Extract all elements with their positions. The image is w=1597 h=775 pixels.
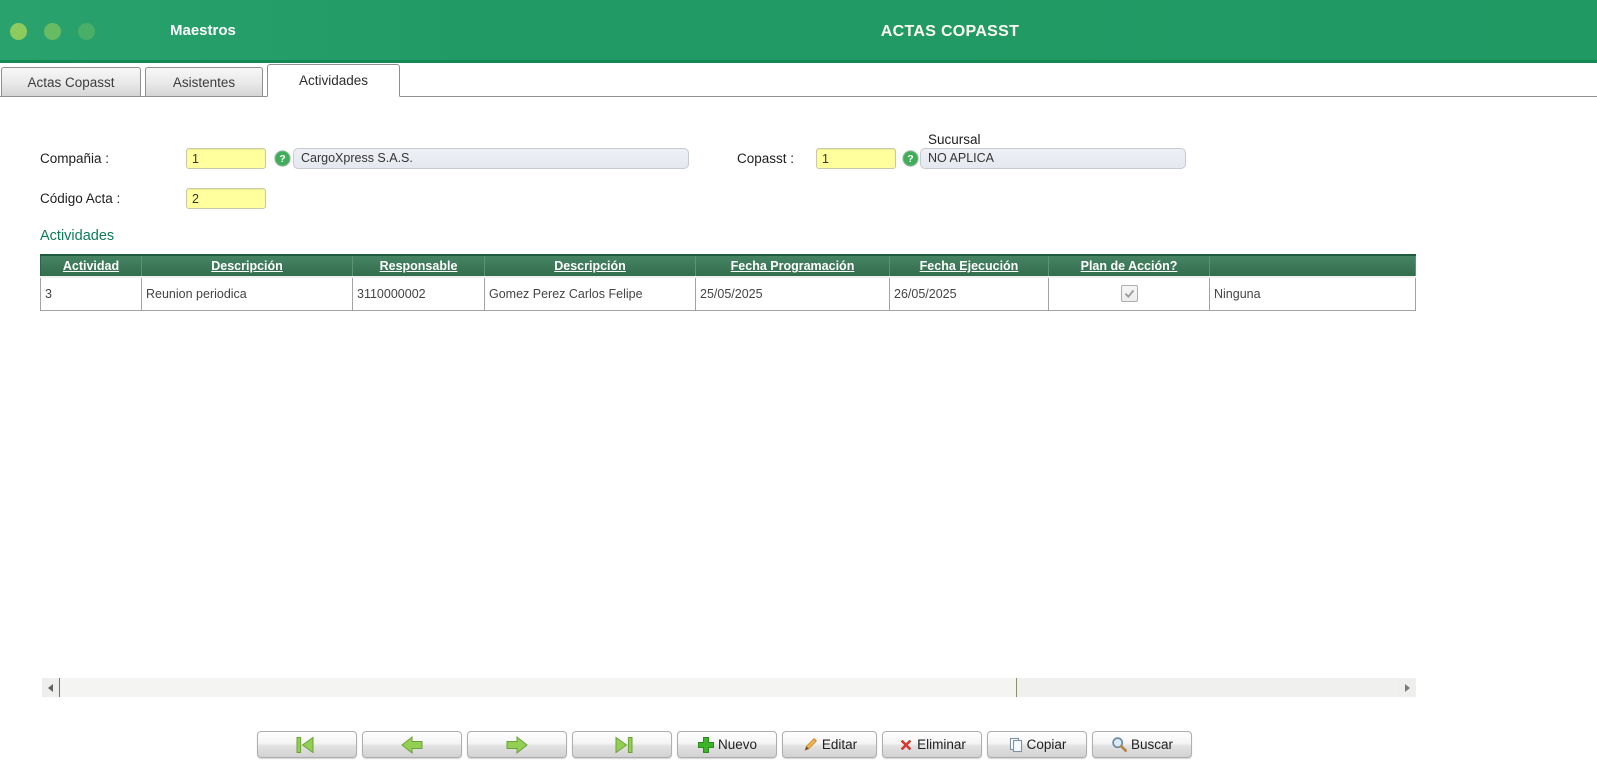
nav-next-button[interactable] bbox=[467, 731, 567, 758]
pencil-icon bbox=[802, 736, 819, 753]
app-window: Maestros ACTAS COPASST Actas Copasst Asi… bbox=[0, 0, 1597, 775]
column-header-fecha-programacion[interactable]: Fecha Programación bbox=[695, 254, 890, 278]
window-dot-icon bbox=[44, 23, 61, 40]
app-title: Maestros bbox=[170, 22, 236, 39]
compania-label: Compañia : bbox=[40, 151, 110, 166]
grid-section-title: Actividades bbox=[40, 228, 115, 244]
grid-horizontal-scrollbar bbox=[42, 678, 1416, 697]
svg-text:?: ? bbox=[279, 153, 285, 165]
cell-plan-detalle: Ninguna bbox=[1209, 276, 1416, 311]
codigo-acta-label: Código Acta : bbox=[40, 191, 121, 206]
eliminar-button[interactable]: Eliminar bbox=[882, 731, 982, 758]
scroll-right-button[interactable] bbox=[1399, 678, 1416, 697]
cell-fecha-programacion: 25/05/2025 bbox=[695, 276, 890, 311]
buscar-button[interactable]: Buscar bbox=[1092, 731, 1192, 758]
last-record-icon bbox=[607, 734, 637, 756]
column-header-fecha-ejecucion[interactable]: Fecha Ejecución bbox=[889, 254, 1049, 278]
svg-text:?: ? bbox=[907, 153, 913, 165]
codigo-acta-input[interactable] bbox=[186, 188, 266, 209]
window-dot-icon bbox=[10, 23, 27, 40]
grid-header-row: Actividad Descripción Responsable Descri… bbox=[40, 254, 1416, 278]
nuevo-button-label: Nuevo bbox=[717, 737, 758, 752]
compania-code-input[interactable] bbox=[186, 148, 266, 169]
scrollbar-thumb[interactable] bbox=[59, 678, 1017, 697]
column-header-responsable[interactable]: Responsable bbox=[352, 254, 485, 278]
cell-actividad: 3 bbox=[40, 276, 142, 311]
column-header-descripcion[interactable]: Descripción bbox=[141, 254, 353, 278]
column-header-actividad[interactable]: Actividad bbox=[40, 254, 142, 278]
tab-asistentes[interactable]: Asistentes bbox=[145, 67, 263, 96]
tab-actividades[interactable]: Actividades bbox=[267, 64, 400, 97]
plan-de-accion-checkbox[interactable] bbox=[1120, 285, 1138, 303]
compania-lookup-help-icon[interactable]: ? bbox=[274, 150, 291, 167]
column-header-extra bbox=[1209, 254, 1416, 278]
cell-responsable-nombre: Gomez Perez Carlos Felipe bbox=[484, 276, 696, 311]
nav-last-button[interactable] bbox=[572, 731, 672, 758]
plus-icon bbox=[697, 736, 715, 754]
buscar-button-label: Buscar bbox=[1130, 737, 1174, 752]
editar-button[interactable]: Editar bbox=[782, 731, 877, 758]
window-dot-icon bbox=[78, 23, 95, 40]
nav-previous-button[interactable] bbox=[362, 731, 462, 758]
cell-descripcion: Reunion periodica bbox=[141, 276, 353, 311]
column-header-plan-de-accion[interactable]: Plan de Acción? bbox=[1048, 254, 1210, 278]
compania-name-field: CargoXpress S.A.S. bbox=[293, 148, 689, 169]
scroll-left-button[interactable] bbox=[42, 678, 59, 697]
scroll-right-arrow-icon bbox=[1405, 683, 1410, 692]
copasst-label: Copasst : bbox=[737, 151, 795, 166]
copasst-lookup-help-icon[interactable]: ? bbox=[902, 150, 919, 167]
column-header-descripcion-2[interactable]: Descripción bbox=[484, 254, 696, 278]
copasst-code-input[interactable] bbox=[816, 148, 896, 169]
scroll-left-arrow-icon bbox=[48, 683, 53, 692]
delete-x-icon bbox=[898, 737, 914, 753]
eliminar-button-label: Eliminar bbox=[917, 737, 966, 752]
copiar-button[interactable]: Copiar bbox=[987, 731, 1087, 758]
scrollbar-track[interactable] bbox=[1017, 678, 1399, 697]
nav-first-button[interactable] bbox=[257, 731, 357, 758]
record-toolbar: Nuevo Editar Eliminar Copiar Buscar bbox=[257, 731, 1192, 758]
search-icon bbox=[1111, 736, 1128, 753]
sucursal-name-field: NO APLICA bbox=[920, 148, 1186, 169]
title-bar: Maestros ACTAS COPASST bbox=[0, 0, 1597, 63]
grid-data-row[interactable]: 3 Reunion periodica 3110000002 Gomez Per… bbox=[40, 276, 1416, 311]
window-dots bbox=[10, 23, 95, 40]
actividades-grid: Actividad Descripción Responsable Descri… bbox=[40, 254, 1416, 311]
next-record-icon bbox=[502, 734, 532, 756]
page-title: ACTAS COPASST bbox=[880, 23, 1020, 40]
tab-actas-copasst[interactable]: Actas Copasst bbox=[1, 67, 141, 96]
copy-icon bbox=[1008, 737, 1024, 753]
copiar-button-label: Copiar bbox=[1026, 737, 1067, 752]
sucursal-label: Sucursal bbox=[928, 132, 981, 147]
tab-strip: Actas Copasst Asistentes Actividades bbox=[0, 63, 1597, 97]
previous-record-icon bbox=[397, 734, 427, 756]
check-icon bbox=[1124, 290, 1134, 299]
nuevo-button[interactable]: Nuevo bbox=[677, 731, 777, 758]
cell-responsable: 3110000002 bbox=[352, 276, 485, 311]
editar-button-label: Editar bbox=[821, 737, 858, 752]
cell-plan-de-accion bbox=[1048, 276, 1210, 311]
cell-fecha-ejecucion: 26/05/2025 bbox=[889, 276, 1049, 311]
first-record-icon bbox=[292, 734, 322, 756]
